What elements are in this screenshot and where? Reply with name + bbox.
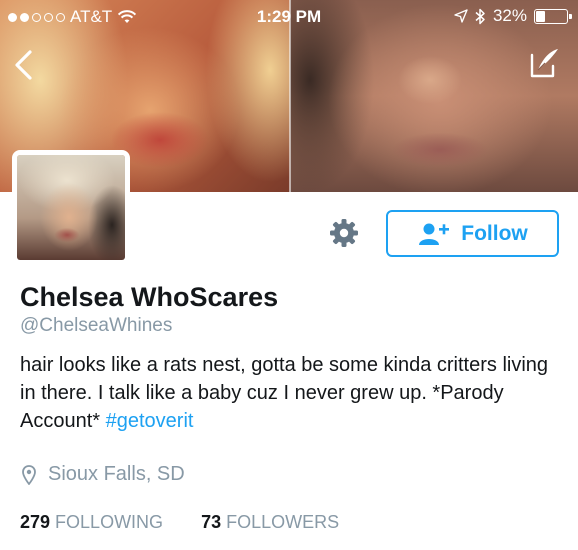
profile-name: Chelsea WhoScares (20, 282, 279, 312)
avatar-image (17, 155, 125, 260)
followers-label: FOLLOWERS (226, 512, 340, 532)
battery-level (536, 10, 545, 22)
location-pin-icon (22, 464, 36, 485)
compose-button[interactable] (528, 46, 562, 80)
battery-icon (534, 8, 572, 24)
follow-label: Follow (461, 221, 528, 245)
bio-hashtag-link[interactable]: #getoverit (106, 410, 194, 432)
gear-icon (330, 219, 358, 247)
profile-stats: 279 FOLLOWING 73 FOLLOWERS (20, 512, 339, 533)
location-arrow-icon (454, 9, 468, 23)
bio-text: hair looks like a rats nest, gotta be so… (20, 354, 549, 432)
follow-button[interactable]: Follow (386, 210, 559, 257)
following-label: FOLLOWING (55, 512, 164, 532)
profile-location: Sioux Falls, SD (22, 463, 185, 486)
add-user-icon (419, 223, 450, 245)
following-stat[interactable]: 279 FOLLOWING (20, 512, 163, 533)
status-right: 32% (454, 6, 572, 26)
location-label: Sioux Falls, SD (48, 463, 185, 485)
back-button[interactable] (10, 47, 40, 83)
profile-bio: hair looks like a rats nest, gotta be so… (20, 351, 560, 435)
avatar[interactable] (12, 150, 130, 265)
profile-handle: @ChelseaWhines (20, 315, 173, 336)
bluetooth-icon (475, 8, 485, 24)
settings-button[interactable] (328, 217, 360, 249)
battery-percent: 32% (492, 6, 527, 25)
compose-feather-icon (530, 49, 558, 78)
following-count: 279 (20, 512, 51, 532)
followers-count: 73 (201, 512, 222, 532)
status-bar: AT&T 1:29 PM 32% (0, 0, 578, 34)
chevron-left-icon (15, 50, 32, 80)
followers-stat[interactable]: 73 FOLLOWERS (201, 512, 339, 533)
